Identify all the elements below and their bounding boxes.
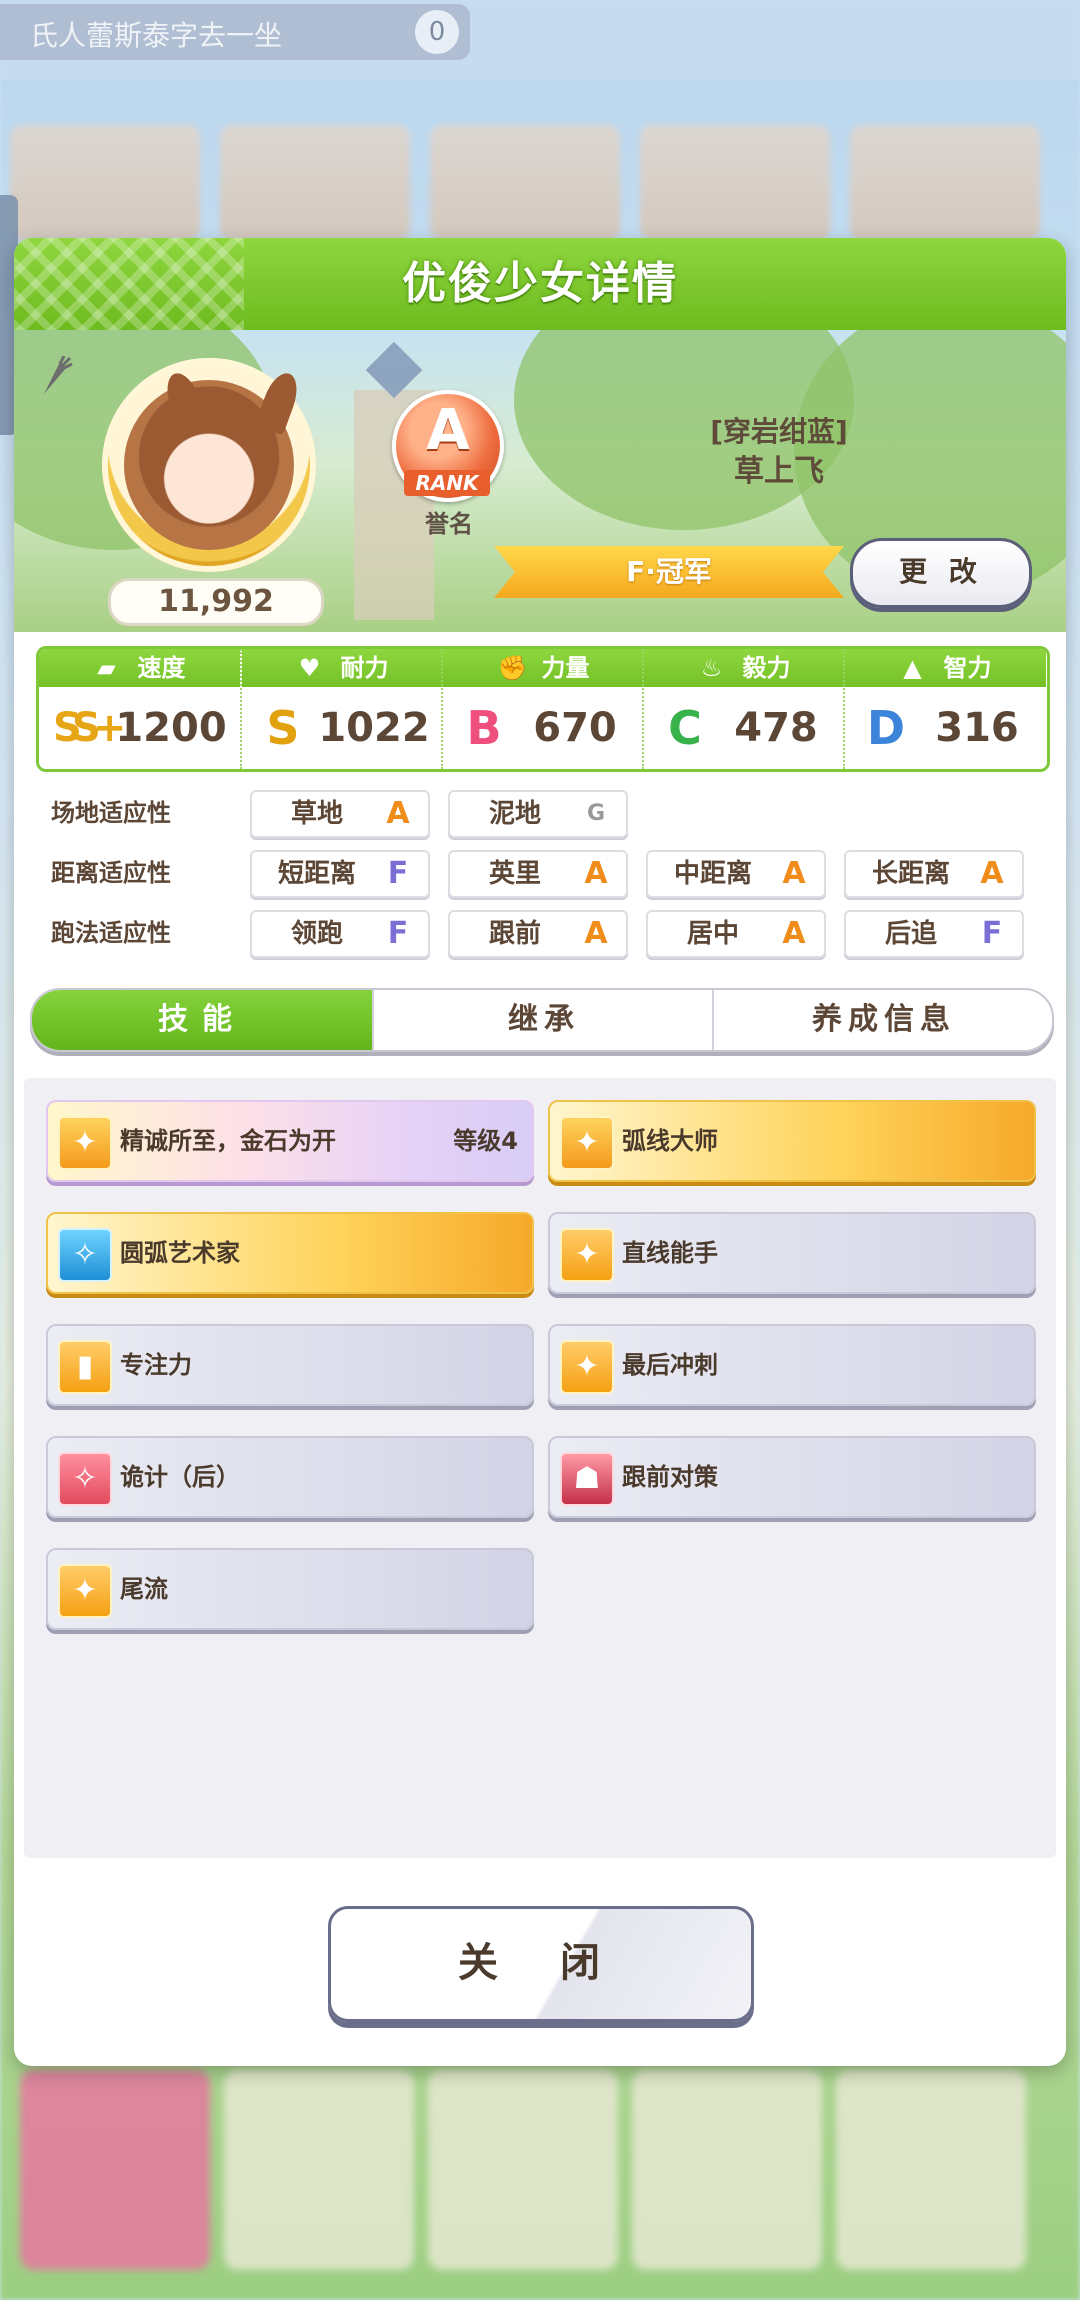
stat-grade: SS+ [53,705,126,751]
sparkle-icon: ✧ [58,1228,112,1282]
stat-grade: S [266,701,300,755]
close-button[interactable]: 关 闭 [328,1906,754,2022]
profile-banner: 11,992 A RANK 誉名 [穿岩绀蓝] 草上飞 F·冠军 更 改 [14,330,1066,632]
apt-chip-medium: 中距离 A [646,850,826,898]
detail-tabs: 技能 继承 养成信息 [30,988,1054,1052]
skill-item[interactable]: ✧ 诡计（后） [46,1436,534,1518]
apt-chip-front: 领跑 F [250,910,430,958]
background-bottom-menu [0,2070,1080,2300]
uma-detail-dialog: 优俊少女详情 11,992 A RANK 誉名 [穿岩绀蓝] 草上飞 F·冠军 … [14,238,1066,2066]
stat-label: 智力 [943,654,992,682]
sparkle-icon: ✧ [58,1452,112,1506]
character-name: 草上飞 [734,454,824,489]
stat-power: ✊ 力量 B 670 [441,649,644,769]
background-character-cards [10,125,1070,240]
apt-chip-long: 长距离 A [844,850,1024,898]
stats-panel: ▰ 速度 SS+ 1200 ♥ 耐力 S 1022 ✊ 力量 B 670 ♨ 毅力 C 478 … [36,646,1050,772]
stat-value: 670 [533,705,617,751]
skill-item[interactable]: ✦ 最后冲刺 [548,1324,1036,1406]
fan-count: 11,992 [108,578,324,626]
skill-level: 等级4 [453,1127,518,1155]
background-top-bar: 氏人蕾斯泰字去一坐 0 [0,4,470,60]
apt-chip-turf: 草地 A [250,790,430,838]
heart-icon: ♥ [298,654,321,682]
apt-chip-end: 后追 F [844,910,1024,958]
distance-aptitude-row: 距离适应性 短距离 F 英里 A 中距离 A 长距离 A [36,848,1046,898]
skill-item[interactable]: ▮ 专注力 [46,1324,534,1406]
apt-label: 距离适应性 [51,859,171,887]
apt-chip-sprint: 短距离 F [250,850,430,898]
carrot-icon [44,356,73,394]
stat-label: 毅力 [742,654,791,682]
tab-skills[interactable]: 技能 [32,990,372,1050]
stat-wisdom: ▲ 智力 D 316 [843,649,1046,769]
graduation-cap-icon: ▲ [903,654,922,682]
track-aptitude-row: 场地适应性 草地 A 泥地 G [36,788,1046,838]
stat-grade: B [466,701,502,755]
dialog-title: 优俊少女详情 [402,258,678,309]
background-top-bar-badge: 0 [415,10,459,54]
tab-inheritance[interactable]: 继承 [372,990,714,1050]
apt-chip-late: 居中 A [646,910,826,958]
runner-icon: ✦ [560,1340,614,1394]
stat-grade: C [668,701,702,755]
stat-grade: D [866,701,906,755]
background-top-bar-text: 氏人蕾斯泰字去一坐 [30,19,283,52]
avatar-portrait [124,368,304,550]
character-avatar[interactable] [102,358,316,572]
apt-chip-mile: 英里 A [448,850,628,898]
shoe-icon: ▰ [97,654,116,682]
dialog-header: 优俊少女详情 [14,238,1066,330]
skill-item[interactable]: ✦ 直线能手 [548,1212,1036,1294]
stat-value: 478 [734,705,818,751]
skill-item[interactable]: ✦ 精诚所至，金石为开 等级4 [46,1100,534,1182]
apt-label: 跑法适应性 [51,919,171,947]
stat-label: 力量 [541,654,590,682]
skill-item[interactable]: ☗ 跟前对策 [548,1436,1036,1518]
skill-item[interactable]: ✦ 弧线大师 [548,1100,1036,1182]
apt-label: 场地适应性 [51,799,171,827]
strategy-aptitude-row: 跑法适应性 领跑 F 跟前 A 居中 A 后追 F [36,908,1046,958]
gate-icon: ▮ [58,1340,112,1394]
apt-chip-pace: 跟前 A [448,910,628,958]
champion-title: F·冠军 [494,546,844,598]
stat-value: 1022 [318,705,430,751]
tab-training-info[interactable]: 养成信息 [712,990,1052,1050]
stat-guts: ♨ 毅力 C 478 [642,649,845,769]
character-epithet: [穿岩绀蓝] [710,415,848,448]
devil-icon: ☗ [560,1452,614,1506]
skill-item[interactable]: ✧ 圆弧艺术家 [46,1212,534,1294]
skill-item[interactable]: ✦ 尾流 [46,1548,534,1630]
stat-label: 速度 [137,654,186,682]
skill-list: ✦ 精诚所至，金石为开 等级4 ✦ 弧线大师 ✧ 圆弧艺术家 ✦ 直线能手 ▮ … [24,1078,1056,1858]
rank-label: 誉名 [425,510,473,538]
rank-ribbon: RANK [404,470,490,496]
runner-icon: ✦ [58,1564,112,1618]
stat-value: 316 [935,705,1019,751]
stat-stamina: ♥ 耐力 S 1022 [240,649,443,769]
stat-value: 1200 [115,705,227,751]
runner-icon: ✦ [560,1116,614,1170]
rank-letter: A [426,398,470,463]
flame-icon: ♨ [700,654,723,682]
muscle-icon: ✊ [497,654,528,682]
runner-icon: ✦ [560,1228,614,1282]
apt-chip-dirt: 泥地 G [448,790,628,838]
runner-icon: ✦ [58,1116,112,1170]
change-title-button[interactable]: 更 改 [850,538,1032,608]
stat-speed: ▰ 速度 SS+ 1200 [39,649,240,769]
stat-label: 耐力 [340,654,389,682]
